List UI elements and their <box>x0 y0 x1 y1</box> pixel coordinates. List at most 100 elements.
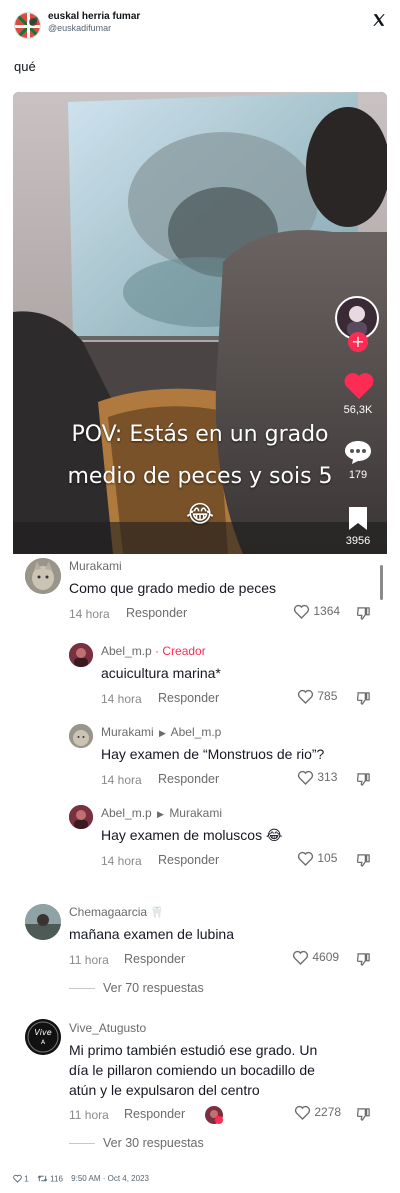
tweet-header: euskal herria fumar @euskadifumar <box>14 10 386 44</box>
heart-outline-icon <box>292 951 309 966</box>
comment-bubble-icon[interactable] <box>343 439 373 465</box>
commenter-username: Abel_m.p · Creador <box>101 644 206 658</box>
svg-text:Vive: Vive <box>34 1028 51 1037</box>
heart-outline-icon[interactable] <box>13 1174 22 1184</box>
account-handle[interactable]: @euskadifumar <box>48 23 140 33</box>
comment-like-count: 105 <box>317 851 338 865</box>
reply-button[interactable]: Responder <box>158 772 219 786</box>
heart-outline-icon <box>293 605 310 620</box>
video-caption-emoji: 😂 <box>185 500 215 528</box>
tweet-timestamp[interactable]: 9:50 AM · Oct 4, 2023 <box>71 1174 149 1183</box>
reply-button[interactable]: Responder <box>158 853 219 867</box>
heart-icon[interactable] <box>344 372 374 399</box>
comment-like-button[interactable]: 105 <box>297 851 338 867</box>
view-replies-line <box>69 988 95 990</box>
commenter-name[interactable]: Murakami <box>101 725 154 739</box>
comment-time: 14 hora <box>101 692 142 706</box>
comment-text-line1: Mi primo también estudió ese grado. Un <box>69 1042 318 1058</box>
dislike-icon[interactable] <box>356 952 371 967</box>
tweet-retweet-count: 116 <box>50 1174 63 1184</box>
creator-liked-avatar <box>205 1106 223 1124</box>
comment-text: Hay examen de “Monstruos de rio”? <box>101 746 325 762</box>
commenter-avatar[interactable] <box>69 724 93 748</box>
account-avatar[interactable] <box>14 12 41 39</box>
tweet-like-count: 1 <box>24 1174 29 1184</box>
tooth-emoji-icon: 🦷 <box>150 907 165 919</box>
comment-like-button[interactable]: 2278 <box>294 1105 342 1121</box>
comment-reply-item: Murakami ▶ Abel_m.p Hay examen de “Monst… <box>0 721 400 796</box>
comment-like-button[interactable]: 313 <box>297 770 338 786</box>
view-replies-button[interactable]: Ver 30 respuestas <box>69 1136 204 1150</box>
commenter-username[interactable]: Vive_Atugusto <box>69 1021 146 1035</box>
reply-button[interactable]: Responder <box>124 1107 185 1121</box>
reply-arrow-icon: ▶ <box>157 809 164 819</box>
comment-item: Murakami Como que grado medio de peces 1… <box>0 555 400 635</box>
bookmark-icon[interactable] <box>347 505 369 531</box>
comment-like-count: 2278 <box>314 1105 342 1119</box>
comment-text-line2: día le pillaron comiendo un bocadillo de <box>69 1062 315 1078</box>
follow-plus-icon[interactable]: + <box>348 332 368 352</box>
commenter-username: Abel_m.p ▶ Murakami <box>101 806 222 820</box>
reply-arrow-icon: ▶ <box>159 728 166 738</box>
comment-text-line3: atún y le expulsaron del centro <box>69 1082 260 1098</box>
comment-time: 14 hora <box>101 773 142 787</box>
comment-like-button[interactable]: 785 <box>297 689 338 705</box>
heart-outline-icon <box>297 852 314 867</box>
bookmarks-count: 3956 <box>345 535 371 547</box>
dislike-icon[interactable] <box>356 772 371 787</box>
comment-text: acuicultura marina* <box>101 665 221 681</box>
commenter-avatar[interactable]: Vive A <box>25 1019 61 1055</box>
reply-button[interactable]: Responder <box>124 952 185 966</box>
comment-time: 11 hora <box>69 1108 109 1122</box>
comments-count: 179 <box>348 469 368 481</box>
comment-item: Chemagaarcia 🦷 mañana examen de lubina 1… <box>0 901 400 1001</box>
creator-badge: · Creador <box>155 644 206 658</box>
reply-to-name[interactable]: Murakami <box>169 806 222 820</box>
comment-like-button[interactable]: 1364 <box>293 604 341 620</box>
commenter-username[interactable]: Murakami <box>69 559 122 573</box>
dislike-icon[interactable] <box>356 606 371 621</box>
view-replies-label: Ver 70 respuestas <box>103 981 204 995</box>
dislike-icon[interactable] <box>356 853 371 868</box>
tweet-footer: 1 116 9:50 AM · Oct 4, 2023 <box>13 1174 149 1183</box>
retweet-icon[interactable] <box>37 1174 48 1183</box>
heart-outline-icon <box>297 690 314 705</box>
heart-outline-icon <box>297 771 314 786</box>
video-media[interactable]: POV: Estás en un grado medio de peces y … <box>13 92 387 554</box>
reply-button[interactable]: Responder <box>126 606 187 620</box>
comment-like-count: 313 <box>317 770 338 784</box>
comment-like-button[interactable]: 4609 <box>292 950 340 966</box>
commenter-name[interactable]: Abel_m.p <box>101 806 152 820</box>
commenter-name[interactable]: Chemagaarcia <box>69 905 147 919</box>
likes-count: 56,3K <box>343 404 373 416</box>
dislike-icon[interactable] <box>356 691 371 706</box>
account-display-name[interactable]: euskal herria fumar <box>48 11 140 22</box>
view-replies-button[interactable]: Ver 70 respuestas <box>69 981 204 995</box>
comment-text: Hay examen de moluscos 😂 <box>101 827 283 843</box>
comment-text: mañana examen de lubina <box>69 926 235 942</box>
x-logo-icon[interactable] <box>372 13 386 27</box>
commenter-name[interactable]: Abel_m.p <box>101 644 152 658</box>
commenter-username: Murakami ▶ Abel_m.p <box>101 725 221 739</box>
comment-reply-item: Abel_m.p · Creador acuicultura marina* 1… <box>0 640 400 715</box>
dislike-icon[interactable] <box>356 1107 371 1122</box>
comment-like-count: 4609 <box>312 950 340 964</box>
view-replies-label: Ver 30 respuestas <box>103 1136 204 1150</box>
comment-time: 14 hora <box>69 607 110 621</box>
comment-reply-item: Abel_m.p ▶ Murakami Hay examen de molusc… <box>0 802 400 877</box>
view-replies-line <box>69 1143 95 1145</box>
comment-like-count: 785 <box>317 689 338 703</box>
commenter-avatar[interactable] <box>25 904 61 940</box>
comment-item: Vive A Vive_Atugusto Mi primo también est… <box>0 1017 400 1157</box>
comment-text: Como que grado medio de peces <box>69 580 277 596</box>
commenter-avatar[interactable] <box>69 643 93 667</box>
comment-time: 11 hora <box>69 953 109 967</box>
video-caption-line1: POV: Estás en un grado <box>71 422 329 447</box>
commenter-username: Chemagaarcia 🦷 <box>69 905 164 919</box>
reply-button[interactable]: Responder <box>158 691 219 705</box>
commenter-avatar[interactable] <box>69 805 93 829</box>
comment-like-count: 1364 <box>313 604 341 618</box>
comment-time: 14 hora <box>101 854 142 868</box>
reply-to-name[interactable]: Abel_m.p <box>171 725 222 739</box>
commenter-avatar[interactable] <box>25 558 61 594</box>
